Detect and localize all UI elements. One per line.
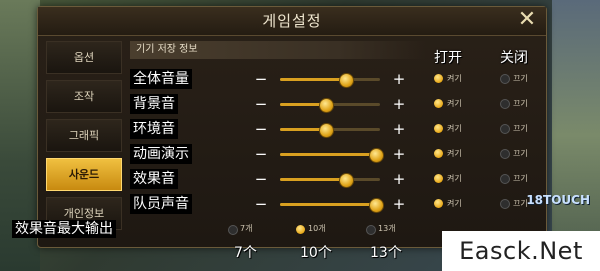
volume-row: 队员声音 − + 켜기 끄기 — [130, 194, 538, 214]
volume-row: 环境音 − + 켜기 끄기 — [130, 119, 538, 139]
volume-slider-knob[interactable] — [339, 73, 354, 88]
radio-off[interactable] — [500, 99, 510, 109]
radio-13[interactable] — [366, 225, 376, 235]
radio-on[interactable] — [434, 174, 443, 183]
volume-slider-knob[interactable] — [339, 173, 354, 188]
on-option-label: 켜기 — [447, 74, 462, 83]
radio-off[interactable] — [500, 149, 510, 159]
volume-slider-fill — [280, 153, 375, 156]
volume-increase-button[interactable]: + — [392, 194, 406, 214]
on-option-label: 켜기 — [447, 99, 462, 108]
caption-10: 10个 — [300, 245, 332, 261]
on-option-label: 켜기 — [447, 149, 462, 158]
radio-off[interactable] — [500, 199, 510, 209]
column-off-label: 关闭 — [500, 50, 528, 66]
radio-7[interactable] — [228, 225, 238, 235]
volume-slider-knob[interactable] — [369, 148, 384, 163]
volume-slider-knob[interactable] — [319, 98, 334, 113]
max-output-option-label: 10개 — [308, 224, 326, 233]
caption-7: 7个 — [234, 245, 257, 261]
volume-slider-fill — [280, 203, 375, 206]
volume-increase-button[interactable]: + — [392, 169, 406, 189]
max-output-option-label: 7개 — [240, 224, 253, 233]
on-option-label: 켜기 — [447, 174, 462, 183]
off-option-label: 끄기 — [513, 174, 528, 183]
off-option-label: 끄기 — [513, 149, 528, 158]
radio-on[interactable] — [434, 124, 443, 133]
on-option-label: 켜기 — [447, 199, 462, 208]
volume-decrease-button[interactable]: − — [254, 94, 268, 114]
close-icon[interactable]: ✕ — [514, 7, 540, 35]
tab-sound[interactable]: 사운드 — [46, 158, 122, 191]
radio-off[interactable] — [500, 74, 510, 84]
radio-10[interactable] — [296, 225, 305, 234]
off-option-label: 끄기 — [513, 124, 528, 133]
radio-on[interactable] — [434, 149, 443, 158]
volume-row: 全体音量 − + 켜기 끄기 — [130, 69, 538, 89]
section-header: 기기 저장 정보 — [130, 41, 426, 59]
radio-on[interactable] — [434, 199, 443, 208]
volume-decrease-button[interactable]: − — [254, 144, 268, 164]
volume-row: 效果音 − + 켜기 끄기 — [130, 169, 538, 189]
tab-options[interactable]: 옵션 — [46, 41, 122, 74]
volume-row-label: 效果音 — [130, 169, 178, 189]
radio-off[interactable] — [500, 174, 510, 184]
volume-decrease-button[interactable]: − — [254, 169, 268, 189]
volume-row-label: 队员声音 — [130, 194, 192, 214]
volume-increase-button[interactable]: + — [392, 119, 406, 139]
settings-panel: 게임설정 ✕ 옵션 조작 그래픽 사운드 개인정보 기기 저장 정보 打开 关闭… — [37, 6, 547, 248]
watermark: Easck.Net — [442, 231, 600, 271]
volume-decrease-button[interactable]: − — [254, 69, 268, 89]
volume-slider[interactable] — [280, 173, 380, 188]
volume-row-label: 背景音 — [130, 94, 178, 114]
on-option-label: 켜기 — [447, 124, 462, 133]
volume-decrease-button[interactable]: − — [254, 119, 268, 139]
volume-row-label: 环境音 — [130, 119, 178, 139]
volume-increase-button[interactable]: + — [392, 69, 406, 89]
caption-13: 13个 — [370, 245, 402, 261]
volume-slider[interactable] — [280, 148, 384, 163]
volume-slider-fill — [280, 78, 345, 81]
volume-increase-button[interactable]: + — [392, 144, 406, 164]
max-output-label: 效果音最大输出 — [12, 220, 116, 238]
window-title: 게임설정 — [262, 12, 322, 30]
tab-graphics[interactable]: 그래픽 — [46, 119, 122, 152]
volume-slider[interactable] — [280, 98, 380, 113]
volume-slider-knob[interactable] — [369, 198, 384, 213]
volume-row-label: 动画演示 — [130, 144, 192, 164]
radio-on[interactable] — [434, 99, 443, 108]
radio-on[interactable] — [434, 74, 443, 83]
settings-sidebar: 옵션 조작 그래픽 사운드 개인정보 — [46, 41, 122, 236]
volume-decrease-button[interactable]: − — [254, 194, 268, 214]
column-on-label: 打开 — [434, 50, 462, 66]
max-output-option-label: 13개 — [378, 224, 396, 233]
title-bar: 게임설정 ✕ — [38, 7, 546, 36]
sound-settings-content: 기기 저장 정보 打开 关闭 全体音量 − + 켜기 끄기 背景音 − + 켜기 끄기 环境音 − + 켜… — [130, 41, 538, 241]
volume-row-label: 全体音量 — [130, 69, 192, 89]
volume-slider[interactable] — [280, 123, 380, 138]
off-option-label: 끄기 — [513, 74, 528, 83]
volume-increase-button[interactable]: + — [392, 94, 406, 114]
volume-slider[interactable] — [280, 73, 380, 88]
volume-row: 动画演示 − + 켜기 끄기 — [130, 144, 538, 164]
tab-controls[interactable]: 조작 — [46, 80, 122, 113]
volume-slider-fill — [280, 178, 345, 181]
volume-slider-knob[interactable] — [319, 123, 334, 138]
volume-slider[interactable] — [280, 198, 384, 213]
radio-off[interactable] — [500, 124, 510, 134]
off-option-label: 끄기 — [513, 99, 528, 108]
volume-row: 背景音 − + 켜기 끄기 — [130, 94, 538, 114]
site-badge: 18TOUCH — [526, 193, 590, 207]
